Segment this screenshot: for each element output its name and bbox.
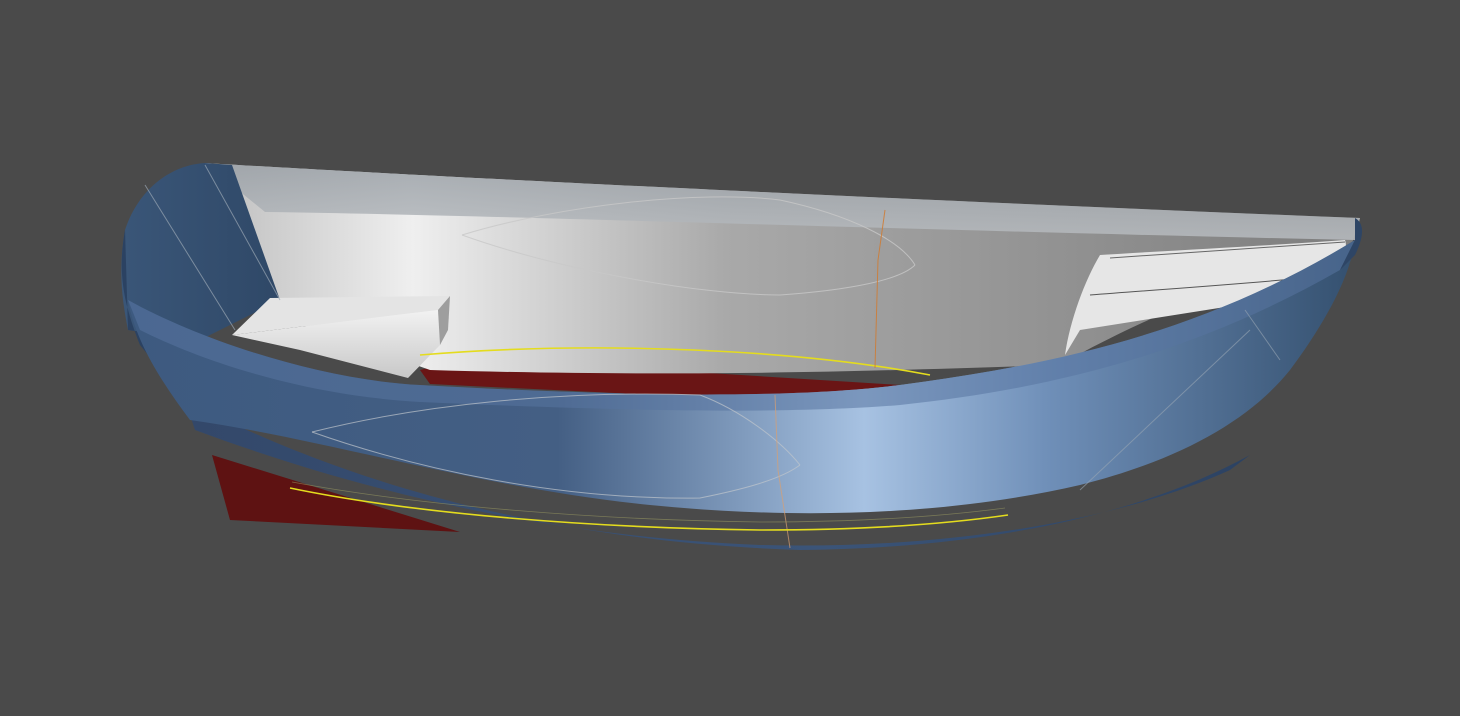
3d-viewport[interactable]: [0, 0, 1460, 716]
hull-model-view[interactable]: [0, 0, 1460, 716]
